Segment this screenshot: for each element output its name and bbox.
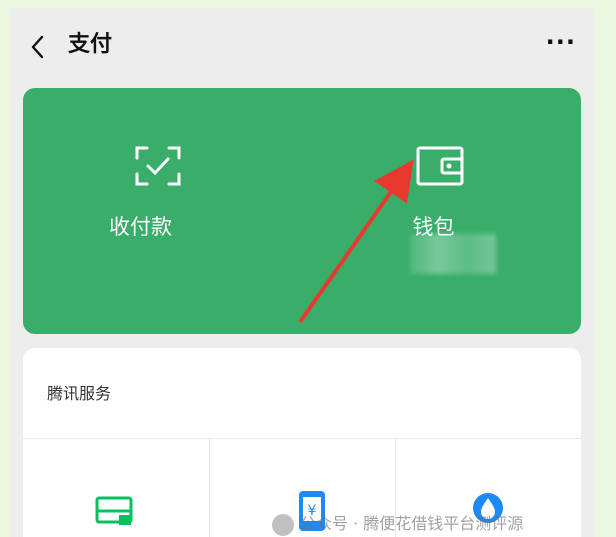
wallet-icon xyxy=(416,146,464,186)
blurred-balance xyxy=(410,234,496,274)
watermark-text: 公众号 · 腾便花借钱平台测评源 xyxy=(300,514,524,533)
service-item-card[interactable] xyxy=(23,439,209,537)
receive-pay-label: 收付款 xyxy=(109,215,172,239)
receive-pay-tile[interactable]: 收付款 xyxy=(23,88,302,334)
chevron-left-icon xyxy=(31,35,44,59)
tencent-services-card: 腾讯服务 ¥ xyxy=(23,348,581,537)
pay-card: 收付款 钱包 xyxy=(23,88,581,334)
card-icon xyxy=(95,496,133,525)
wechat-logo-icon xyxy=(272,513,294,536)
watermark: 公众号 · 腾便花借钱平台测评源 xyxy=(272,512,523,536)
phone-screen: 支付 ··· 收付款 钱包 腾讯服务 ¥ xyxy=(10,8,594,537)
section-title: 腾讯服务 xyxy=(47,384,112,403)
wallet-tile[interactable]: 钱包 xyxy=(302,88,581,334)
scan-check-icon xyxy=(135,146,181,186)
nav-bar: 支付 ··· xyxy=(10,8,594,78)
back-button[interactable] xyxy=(28,32,52,62)
page-title: 支付 xyxy=(68,32,113,57)
more-button[interactable]: ··· xyxy=(546,30,576,54)
